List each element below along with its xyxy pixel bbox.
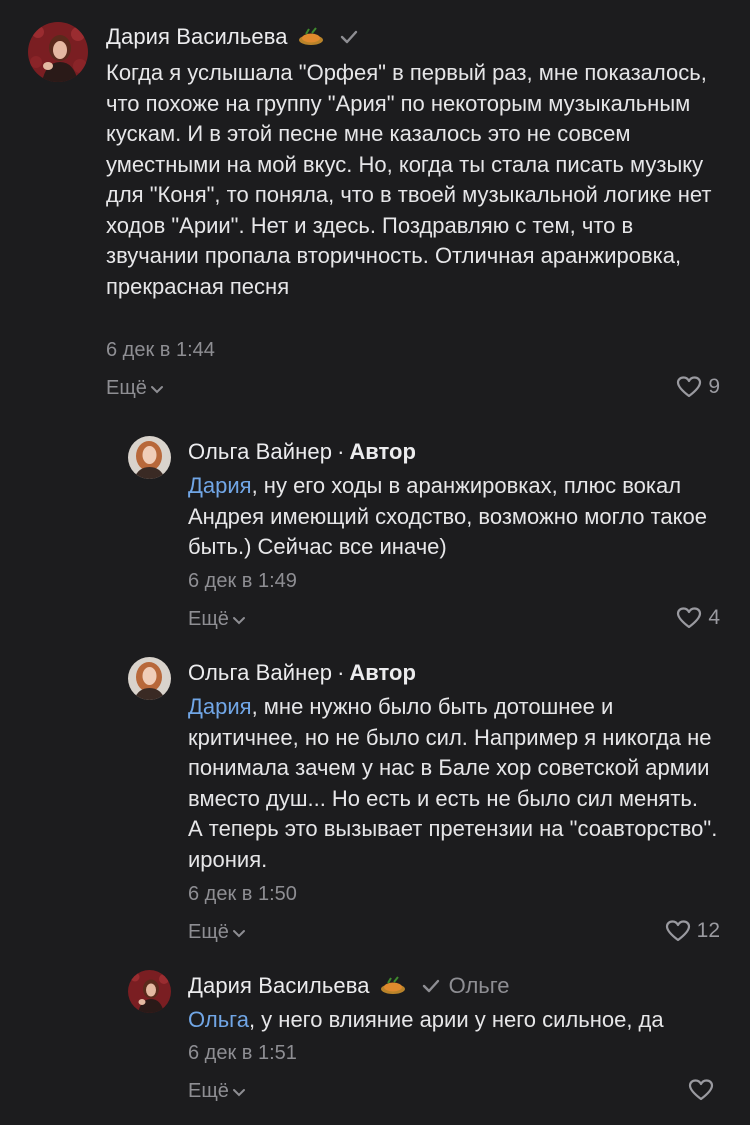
comment-text: Дария, мне нужно было быть дотошнее и кр… <box>188 692 718 875</box>
like-count: 4 <box>708 606 720 629</box>
heart-icon <box>688 1079 714 1101</box>
comment-text: Ольга, у него влияние арии у него сильно… <box>188 1005 733 1036</box>
chevron-down-icon <box>232 1088 245 1096</box>
more-label: Ещё <box>188 1080 229 1102</box>
more-button[interactable]: Ещё <box>106 377 164 400</box>
comment-text: Когда я услышала "Орфея" в первый раз, м… <box>106 60 712 299</box>
author-name[interactable]: Ольга Вайнер <box>188 660 332 686</box>
like-button[interactable]: 9 <box>676 375 720 399</box>
avatar[interactable] <box>128 436 171 479</box>
author-name[interactable]: Ольга Вайнер <box>188 439 332 465</box>
verified-check-icon <box>340 30 357 44</box>
heart-icon <box>677 376 702 398</box>
mention-link[interactable]: Дария <box>188 694 252 719</box>
mention-link[interactable]: Дария <box>188 473 252 498</box>
name-row: Дария Васильева <box>106 24 359 50</box>
dish-emoji-icon <box>298 27 323 45</box>
chevron-down-icon <box>232 929 245 937</box>
mention-link[interactable]: Ольга <box>188 1007 249 1032</box>
author-badge: Автор <box>349 439 416 464</box>
avatar[interactable] <box>128 970 171 1013</box>
avatar-olga-image <box>128 436 171 479</box>
separator: · <box>337 660 345 685</box>
comment-body: , у него влияние арии у него сильное, да <box>248 1007 664 1032</box>
comment-time[interactable]: 6 дек в 1:50 <box>188 883 297 906</box>
more-button[interactable]: Ещё <box>188 608 246 631</box>
more-label: Ещё <box>188 608 229 630</box>
avatar-daria-image <box>28 22 88 82</box>
comment-body: , ну его ходы в аранжировках, плюс вокал… <box>188 473 707 559</box>
avatar[interactable] <box>128 657 171 700</box>
dish-emoji-icon <box>380 976 405 994</box>
like-button[interactable]: 12 <box>665 919 720 943</box>
comment-time[interactable]: 6 дек в 1:51 <box>188 1042 297 1065</box>
like-count: 9 <box>708 375 720 398</box>
author-name[interactable]: Дария Васильева <box>188 973 370 999</box>
comment-time[interactable]: 6 дек в 1:49 <box>188 570 297 593</box>
comment-body: , мне нужно было быть дотошнее и критичн… <box>188 694 718 872</box>
comment-time[interactable]: 6 дек в 1:44 <box>106 339 215 362</box>
heart-icon <box>665 920 690 942</box>
avatar-olga-image <box>128 657 171 700</box>
separator: · <box>337 439 345 464</box>
name-row: Дария Васильева Ольге <box>188 973 510 999</box>
like-button[interactable]: 4 <box>676 606 720 630</box>
chevron-down-icon <box>150 385 163 393</box>
name-row: Ольга Вайнер · Автор <box>188 439 416 465</box>
heart-icon <box>677 607 702 629</box>
like-count: 12 <box>696 919 720 942</box>
comment-text: Дария, ну его ходы в аранжировках, плюс … <box>188 471 718 563</box>
more-button[interactable]: Ещё <box>188 921 246 944</box>
more-label: Ещё <box>188 921 229 943</box>
chevron-down-icon <box>232 616 245 624</box>
author-name[interactable]: Дария Васильева <box>106 24 288 50</box>
like-button[interactable] <box>688 1078 720 1102</box>
more-label: Ещё <box>106 377 147 399</box>
reply-to-label[interactable]: Ольге <box>449 973 510 999</box>
avatar[interactable] <box>28 22 88 82</box>
author-badge: Автор <box>349 660 416 685</box>
name-row: Ольга Вайнер · Автор <box>188 660 416 686</box>
avatar-daria-image <box>128 970 171 1013</box>
more-button[interactable]: Ещё <box>188 1080 246 1103</box>
verified-check-icon <box>422 979 439 993</box>
